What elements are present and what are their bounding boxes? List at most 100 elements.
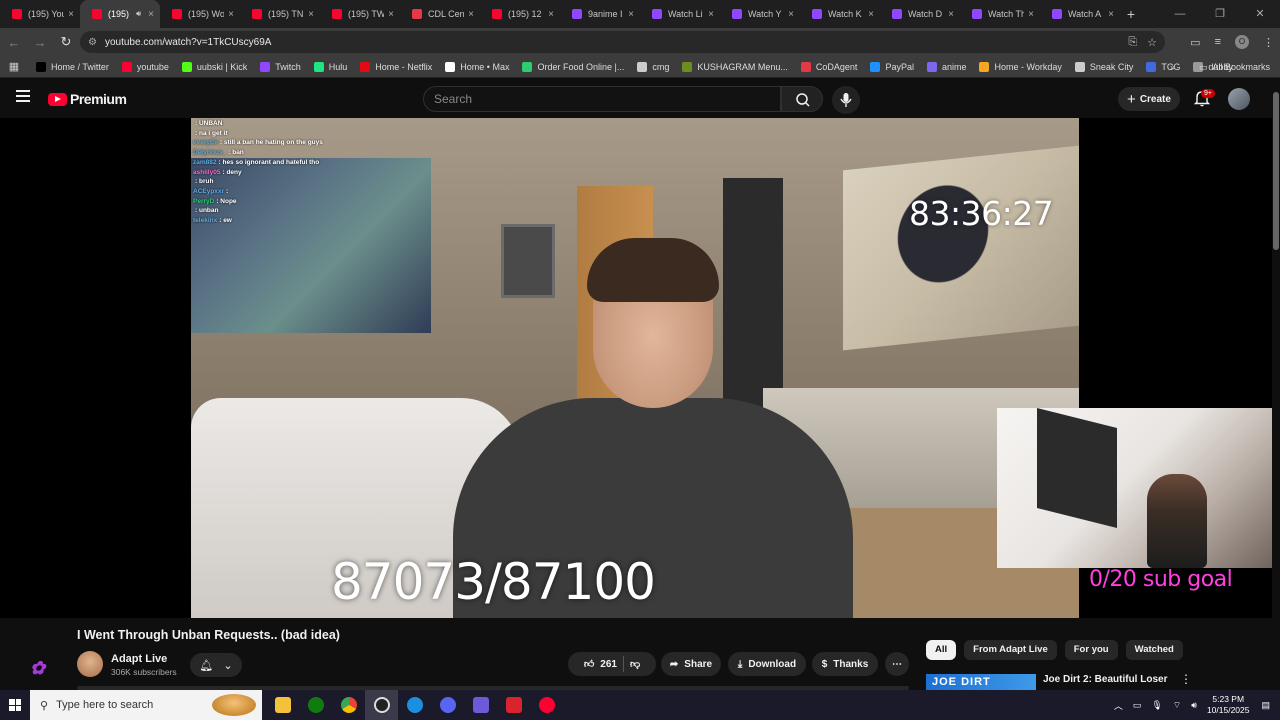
maximize-button[interactable]: ❐ xyxy=(1200,0,1240,28)
taskbar-chrome[interactable] xyxy=(332,690,365,720)
volume-icon[interactable]: 🔊︎ xyxy=(1191,700,1197,711)
taskbar-youtube[interactable] xyxy=(530,690,563,720)
dislike-button[interactable]: 👎︎ xyxy=(630,658,640,670)
download-button[interactable]: ⤓ Download xyxy=(728,652,806,676)
account-avatar[interactable] xyxy=(1228,88,1250,110)
media-controls-icon[interactable]: ≡ xyxy=(1215,36,1221,48)
taskbar-xbox[interactable] xyxy=(299,690,332,720)
all-bookmarks-link[interactable]: All Bookmarks xyxy=(1212,62,1270,72)
browser-tab[interactable]: (195) 12 × xyxy=(480,0,560,28)
close-tab-icon[interactable]: × xyxy=(148,9,154,20)
thanks-button[interactable]: $ Thanks xyxy=(812,652,878,676)
browser-tab[interactable]: (195) 🔊︎ × xyxy=(80,0,160,28)
tray-expand-icon[interactable]: ︿ xyxy=(1114,699,1123,712)
notification-center-icon[interactable]: ▤ xyxy=(1261,700,1270,711)
profile-avatar[interactable]: O xyxy=(1235,35,1249,49)
bookmark-item[interactable]: uubski | Kick xyxy=(181,61,247,72)
bookmark-item[interactable]: CoDAgent xyxy=(800,61,857,72)
start-button[interactable] xyxy=(0,690,30,720)
site-info-icon[interactable]: ⚙ xyxy=(88,37,97,48)
browser-tab[interactable]: Watch D × xyxy=(880,0,960,28)
close-tab-icon[interactable]: × xyxy=(1028,9,1034,20)
close-tab-icon[interactable]: × xyxy=(228,9,234,20)
new-tab-button[interactable]: + xyxy=(1120,6,1142,22)
apps-grid-icon[interactable]: ▦ xyxy=(2,60,26,73)
bookmark-item[interactable]: anime xyxy=(926,61,966,72)
close-tab-icon[interactable]: × xyxy=(628,9,634,20)
browser-tab[interactable]: (195) TW × xyxy=(320,0,400,28)
bookmark-item[interactable]: youtube xyxy=(121,61,169,72)
like-button[interactable]: 👍︎ 261 xyxy=(584,658,617,671)
bookmark-item[interactable]: Hulu xyxy=(313,61,347,72)
network-icon[interactable]: ▭ xyxy=(1133,700,1142,711)
speaker-icon[interactable]: 🔊︎ xyxy=(136,9,141,19)
taskbar-edge[interactable] xyxy=(398,690,431,720)
recommended-video-title[interactable]: Joe Dirt 2: Beautiful Loser xyxy=(1043,674,1167,685)
voice-search-button[interactable] xyxy=(832,86,860,114)
scrollbar-thumb[interactable] xyxy=(1273,92,1279,250)
youtube-premium-logo[interactable]: Premium xyxy=(48,91,127,107)
bookmark-item[interactable]: Home • Max xyxy=(445,61,509,72)
browser-tab[interactable]: (195) TN × xyxy=(240,0,320,28)
bookmark-item[interactable]: Order Food Online |... xyxy=(522,61,624,72)
close-tab-icon[interactable]: × xyxy=(948,9,954,20)
recommended-video-thumbnail[interactable]: JOE DIRT xyxy=(926,674,1036,690)
subscription-bell-button[interactable]: 🔔︎ ⌄ xyxy=(190,653,242,677)
browser-tab[interactable]: Watch A × xyxy=(1040,0,1120,28)
bookmarks-overflow-icon[interactable]: » xyxy=(1170,62,1175,72)
system-clock[interactable]: 5:23 PM 10/15/2025 xyxy=(1207,694,1250,716)
close-tab-icon[interactable]: × xyxy=(708,9,714,20)
bookmark-item[interactable]: cmg xyxy=(637,61,669,72)
browser-tab[interactable]: Watch Th × xyxy=(960,0,1040,28)
close-tab-icon[interactable]: × xyxy=(788,9,794,20)
address-bar[interactable]: ⚙ youtube.com/watch?v=1TkCUscy69A ⎘ ☆ xyxy=(80,31,1165,53)
mic-tray-icon[interactable]: 🎙︎ xyxy=(1151,700,1162,711)
page-scrollbar[interactable] xyxy=(1272,78,1280,690)
browser-tab[interactable]: Watch Y × xyxy=(720,0,800,28)
close-window-button[interactable]: ✕ xyxy=(1240,0,1280,28)
browser-menu-icon[interactable]: ⋮ xyxy=(1263,36,1274,49)
close-tab-icon[interactable]: × xyxy=(388,9,394,20)
browser-tab[interactable]: CDL Cent × xyxy=(400,0,480,28)
back-icon[interactable]: ← xyxy=(2,35,26,50)
taskbar-app-red[interactable] xyxy=(497,690,530,720)
filter-chip[interactable]: From Adapt Live xyxy=(964,640,1057,660)
bookmark-item[interactable]: Home - Workday xyxy=(979,61,1062,72)
filter-chip[interactable]: All xyxy=(926,640,957,660)
close-tab-icon[interactable]: × xyxy=(68,9,74,20)
channel-name[interactable]: Adapt Live xyxy=(111,653,167,665)
browser-tab[interactable]: (195) You × xyxy=(0,0,80,28)
video-frame[interactable]: : UNBAN: na i get it everythi: still a ba… xyxy=(191,118,1079,618)
hamburger-menu-icon[interactable] xyxy=(16,90,30,102)
more-vertical-icon[interactable]: ⋮ xyxy=(1180,672,1192,686)
install-app-icon[interactable]: ⎘ xyxy=(1128,36,1137,49)
close-tab-icon[interactable]: × xyxy=(548,9,554,20)
cast-icon[interactable]: ▭ xyxy=(1190,36,1200,49)
filter-chip[interactable]: For you xyxy=(1064,640,1118,660)
close-tab-icon[interactable]: × xyxy=(868,9,874,20)
forward-icon[interactable]: → xyxy=(28,35,52,50)
bookmark-item[interactable]: Home - Netflix xyxy=(360,61,432,72)
wifi-icon[interactable]: ⌔ xyxy=(1173,700,1181,711)
taskbar-file-explorer[interactable] xyxy=(266,690,299,720)
create-button[interactable]: + Create xyxy=(1118,87,1180,111)
close-tab-icon[interactable]: × xyxy=(1108,9,1114,20)
close-tab-icon[interactable]: × xyxy=(308,9,314,20)
taskbar-search[interactable]: ⚲ Type here to search xyxy=(30,690,262,720)
browser-tab[interactable]: Watch K × xyxy=(800,0,880,28)
bookmark-item[interactable]: Home / Twitter xyxy=(36,61,109,72)
browser-tab[interactable]: Watch Li × xyxy=(640,0,720,28)
taskbar-discord[interactable] xyxy=(431,690,464,720)
close-tab-icon[interactable]: × xyxy=(468,9,474,20)
bookmark-item[interactable]: KUSHAGRAM Menu... xyxy=(682,61,788,72)
minimize-button[interactable]: — xyxy=(1160,0,1200,28)
browser-tab[interactable]: 9anime I × xyxy=(560,0,640,28)
filter-chip[interactable]: Watched xyxy=(1125,640,1183,660)
bookmark-item[interactable]: Sneak City xyxy=(1074,61,1133,72)
taskbar-gamepad[interactable] xyxy=(464,690,497,720)
more-actions-button[interactable]: ⋯ xyxy=(885,652,909,676)
share-button[interactable]: ➦ Share xyxy=(661,652,721,676)
browser-tab[interactable]: (195) Wo × xyxy=(160,0,240,28)
reload-icon[interactable]: ↻ xyxy=(54,34,78,50)
bookmark-item[interactable]: PayPal xyxy=(870,61,914,72)
